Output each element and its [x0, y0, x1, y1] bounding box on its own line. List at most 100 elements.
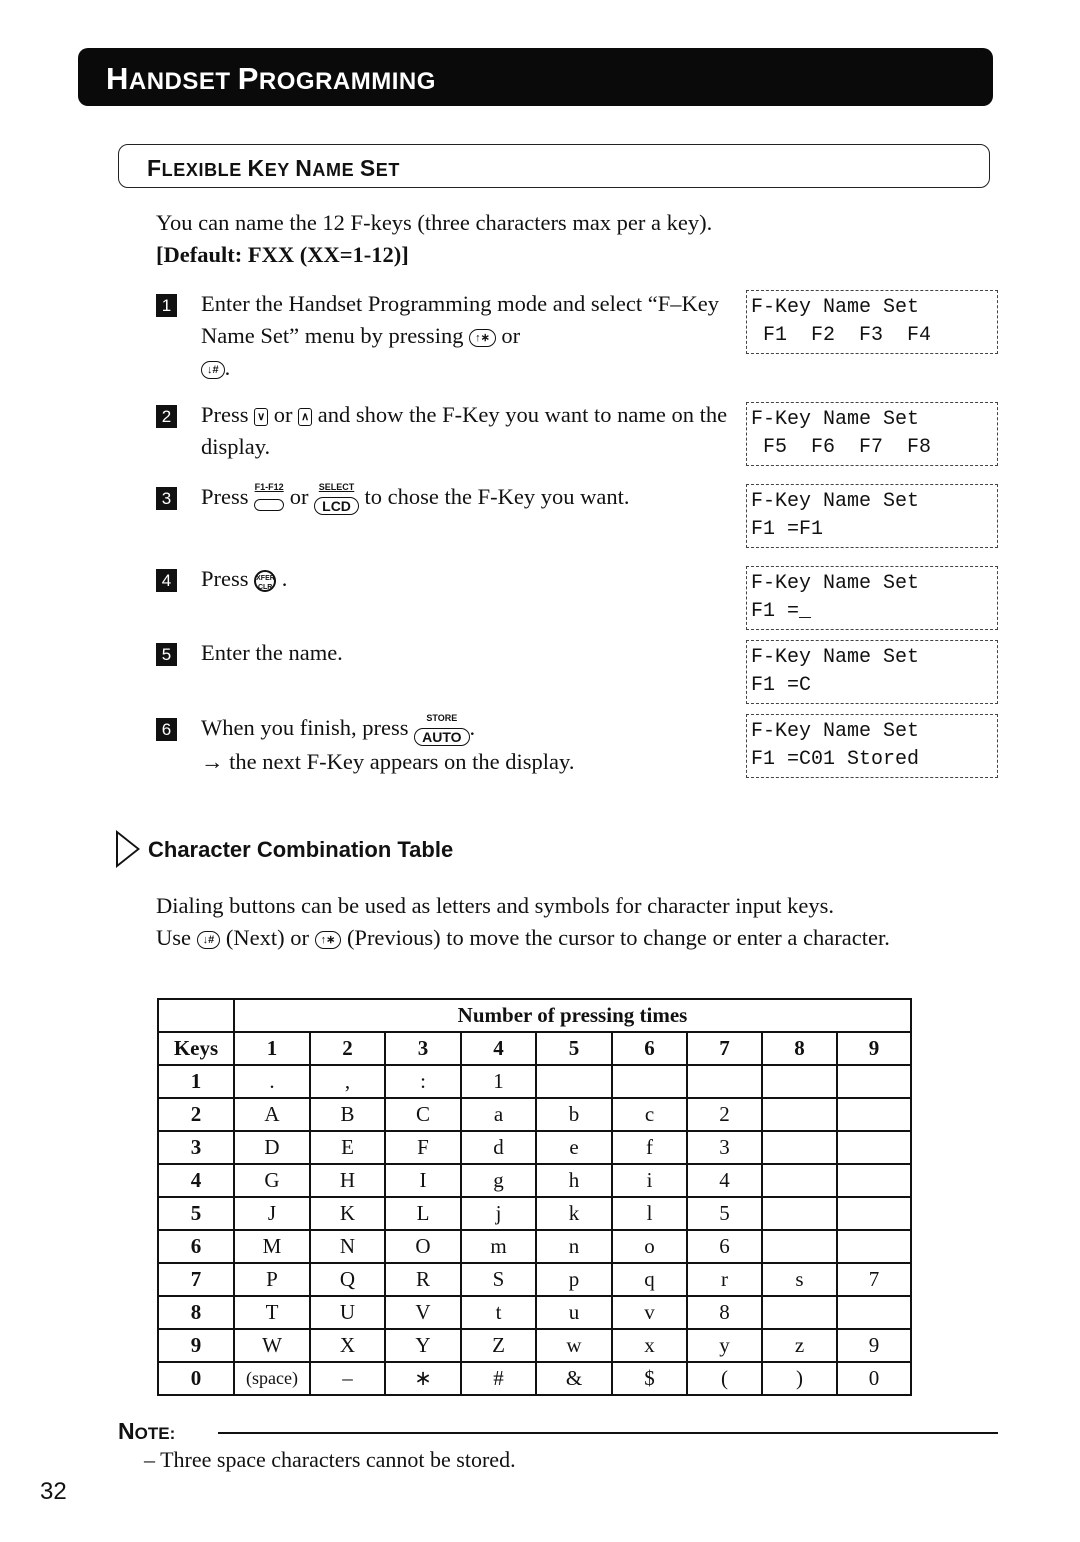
table-row: 5JKLjkl5	[157, 1196, 912, 1231]
char-cell: I	[384, 1163, 462, 1198]
lcd-display-3: F-Key Name Set F1 =F1	[746, 484, 998, 548]
char-cell: V	[384, 1295, 462, 1330]
column-header: 9	[836, 1031, 912, 1066]
step-number: 1	[156, 294, 177, 317]
lcd-display-4: F-Key Name Set F1 =_	[746, 566, 998, 630]
char-cell: 1	[460, 1064, 537, 1099]
char-cell: Q	[309, 1262, 386, 1297]
char-cell: K	[309, 1196, 386, 1231]
char-cell	[761, 1196, 838, 1231]
char-cell: Y	[384, 1328, 462, 1363]
char-cell: m	[460, 1229, 537, 1264]
char-cell: 3	[686, 1130, 763, 1165]
section-header-box: FLEXIBLE KEY NAME SET	[118, 144, 990, 188]
char-cell: D	[233, 1130, 311, 1165]
char-cell: g	[460, 1163, 537, 1198]
column-header: 4	[460, 1031, 537, 1066]
char-cell	[836, 1064, 912, 1099]
char-cell: 0	[836, 1361, 912, 1396]
char-cell: l	[611, 1196, 688, 1231]
store-auto-key-icon: STORE AUTO	[414, 713, 470, 747]
step-number: 6	[156, 718, 177, 741]
char-cell: q	[611, 1262, 688, 1297]
note-heading: NOTE:	[118, 1418, 176, 1444]
char-cell: U	[309, 1295, 386, 1330]
char-cell: 6	[686, 1229, 763, 1264]
char-cell: #	[460, 1361, 537, 1396]
default-value: [Default: FXX (XX=1-12)]	[156, 242, 409, 267]
column-header: 2	[309, 1031, 386, 1066]
table-row: 9WXYZwxyz9	[157, 1328, 912, 1363]
step-number: 4	[156, 569, 177, 592]
char-cell: $	[611, 1361, 688, 1396]
table-header-row: Keys 123456789	[157, 1031, 912, 1066]
char-cell: 5	[686, 1196, 763, 1231]
char-cell: 7	[836, 1262, 912, 1297]
char-cell: b	[535, 1097, 613, 1132]
char-cell: s	[761, 1262, 838, 1297]
section-title: FLEXIBLE KEY NAME SET	[147, 155, 400, 181]
key-cell: 4	[157, 1163, 235, 1198]
key-cell: 5	[157, 1196, 235, 1231]
table-row: 8TUVtuv8	[157, 1295, 912, 1330]
char-cell: –	[309, 1361, 386, 1396]
char-cell	[836, 1229, 912, 1264]
char-cell: Z	[460, 1328, 537, 1363]
key-cell: 8	[157, 1295, 235, 1330]
up-star-key-icon: ↑∗	[314, 930, 342, 949]
char-cell: ,	[309, 1064, 386, 1099]
lcd-display-1: F-Key Name Set F1 F2 F3 F4	[746, 290, 998, 354]
intro-text: You can name the 12 F-keys (three charac…	[156, 210, 713, 235]
char-cell: .	[233, 1064, 311, 1099]
column-header: 3	[384, 1031, 462, 1066]
triangle-pointer-icon	[116, 830, 140, 868]
key-cell: 2	[157, 1097, 235, 1132]
char-cell	[836, 1163, 912, 1198]
lcd-display-6: F-Key Name Set F1 =C01 Stored	[746, 714, 998, 778]
table-row: 3DEFdef3	[157, 1130, 912, 1165]
step-number: 5	[156, 643, 177, 666]
down-hash-key-icon: ↓#	[196, 930, 221, 949]
char-cell: d	[460, 1130, 537, 1165]
char-cell: 4	[686, 1163, 763, 1198]
char-cell: p	[535, 1262, 613, 1297]
char-cell: G	[233, 1163, 311, 1198]
subsection-heading: Character Combination Table	[116, 830, 453, 870]
char-cell: a	[460, 1097, 537, 1132]
table-row: 1.,:1	[157, 1064, 912, 1099]
note-text: – Three space characters cannot be store…	[144, 1447, 516, 1472]
char-cell: w	[535, 1328, 613, 1363]
intro: You can name the 12 F-keys (three charac…	[156, 207, 712, 271]
char-cell	[836, 1130, 912, 1165]
char-cell: L	[384, 1196, 462, 1231]
char-cell: )	[761, 1361, 838, 1396]
key-cell: 6	[157, 1229, 235, 1264]
char-cell: y	[686, 1328, 763, 1363]
char-cell: T	[233, 1295, 311, 1330]
table-row: 2ABCabc2	[157, 1097, 912, 1132]
select-lcd-key-icon: SELECT LCD	[314, 482, 359, 516]
table-row: 6MNOmno6	[157, 1229, 912, 1264]
char-cell: x	[611, 1328, 688, 1363]
chapter-banner: HANDSET PROGRAMMING	[78, 48, 993, 106]
char-cell: M	[233, 1229, 311, 1264]
char-cell: c	[611, 1097, 688, 1132]
page-number: 32	[40, 1478, 67, 1505]
key-cell: 3	[157, 1130, 235, 1165]
lcd-display-5: F-Key Name Set F1 =C	[746, 640, 998, 704]
lcd-display-2: F-Key Name Set F5 F6 F7 F8	[746, 402, 998, 466]
char-cell: j	[460, 1196, 537, 1231]
char-cell: N	[309, 1229, 386, 1264]
char-cell	[836, 1196, 912, 1231]
char-cell: F	[384, 1130, 462, 1165]
char-cell	[761, 1295, 838, 1330]
up-arrow-key-icon: ∧	[298, 407, 313, 426]
key-cell: 7	[157, 1262, 235, 1297]
char-cell: &	[535, 1361, 613, 1396]
char-cell	[836, 1097, 912, 1132]
char-cell: S	[460, 1262, 537, 1297]
column-header: 8	[761, 1031, 838, 1066]
char-cell: 2	[686, 1097, 763, 1132]
char-cell: R	[384, 1262, 462, 1297]
note-divider	[218, 1432, 998, 1434]
